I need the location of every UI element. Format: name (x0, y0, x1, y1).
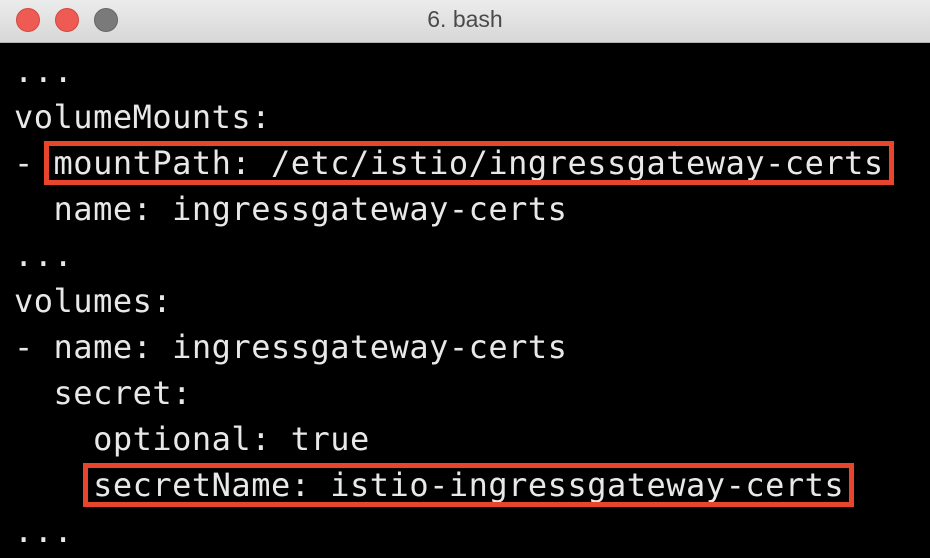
terminal-line: secretName: istio-ingressgateway-certs (14, 462, 924, 508)
line-text: volumeMounts: (14, 98, 271, 136)
terminal-line: secret: (14, 370, 924, 416)
line-text: ... (14, 512, 74, 550)
terminal-line: optional: true (14, 416, 924, 462)
line-text: ... (14, 236, 74, 274)
line-text: - name: ingressgateway-certs (14, 328, 568, 366)
terminal-window: 6. bash ... volumeMounts: - mountPath: /… (0, 0, 930, 558)
line-text: secret: (14, 374, 192, 412)
terminal-output[interactable]: ... volumeMounts: - mountPath: /etc/isti… (14, 48, 924, 554)
title-bar[interactable]: 6. bash (0, 0, 930, 43)
terminal-line: - mountPath: /etc/istio/ingressgateway-c… (14, 140, 924, 186)
terminal-line: name: ingressgateway-certs (14, 186, 924, 232)
highlighted-mountpath: mountPath: /etc/istio/ingressgateway-cer… (43, 140, 894, 186)
line-text: ... (14, 52, 74, 90)
window-title: 6. bash (427, 6, 503, 32)
terminal-line: ... (14, 508, 924, 554)
line-text: volumes: (14, 282, 173, 320)
highlighted-secretname: secretName: istio-ingressgateway-certs (83, 462, 855, 508)
line-text: name: ingressgateway-certs (14, 190, 568, 228)
terminal-line: ... (14, 232, 924, 278)
line-text: optional: true (14, 420, 370, 458)
terminal-line: - name: ingressgateway-certs (14, 324, 924, 370)
line-text (14, 466, 93, 504)
terminal-line: volumeMounts: (14, 94, 924, 140)
terminal-line: volumes: (14, 278, 924, 324)
terminal-line: ... (14, 48, 924, 94)
